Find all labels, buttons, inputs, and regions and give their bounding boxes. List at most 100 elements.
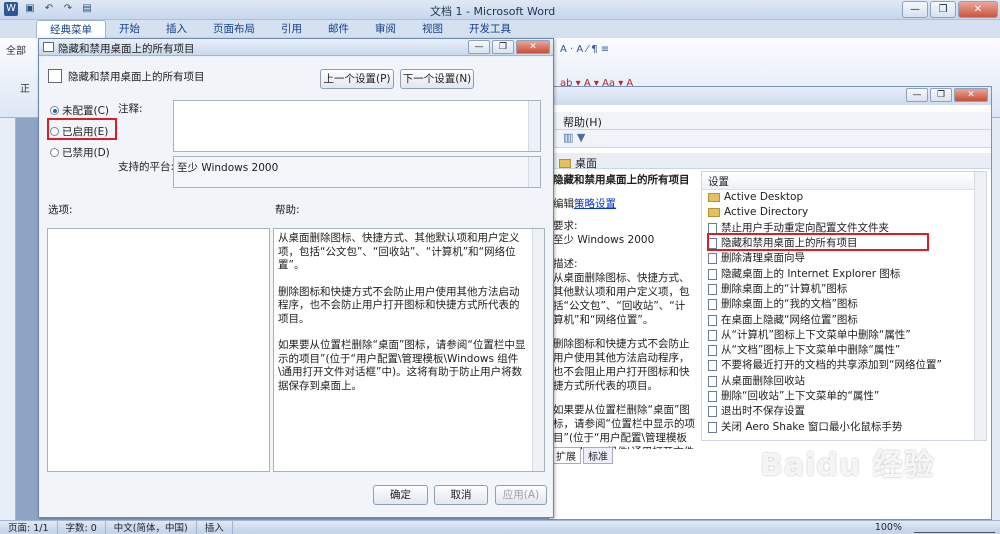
ok-button[interactable]: 确定 <box>373 485 428 505</box>
radio-not-configured[interactable]: 未配置(C) <box>50 103 109 118</box>
ribbon-tab[interactable]: 邮件 <box>315 20 362 38</box>
settings-list-item-label: 删除桌面上的“计算机”图标 <box>721 282 848 295</box>
settings-list-item-label: 删除清理桌面向导 <box>721 252 805 265</box>
dialog-body: 隐藏和禁用桌面上的所有项目 上一个设置(P) 下一个设置(N) 未配置(C) 已… <box>40 57 552 517</box>
settings-list-item[interactable]: 退出时不保存设置 <box>702 404 986 419</box>
comment-scrollbar[interactable] <box>528 101 540 151</box>
supported-platform-field: 至少 Windows 2000 <box>173 156 541 188</box>
window-controls: — ❐ ✕ <box>902 1 998 18</box>
word-logo-icon[interactable]: W <box>4 2 18 16</box>
tab-standard[interactable]: 标准 <box>583 447 613 464</box>
settings-list-item[interactable]: 从“计算机”图标上下文菜单中删除“属性” <box>702 328 986 343</box>
setting-icon <box>48 69 62 83</box>
gpe-close-icon[interactable]: ✕ <box>954 88 988 102</box>
word-title-bar: W ▣ ↶ ↷ ▤ 文档 1 - Microsoft Word — ❐ ✕ <box>0 0 1000 20</box>
dialog-minimize-icon[interactable]: — <box>468 40 490 54</box>
previous-setting-button[interactable]: 上一个设置(P) <box>320 69 394 89</box>
settings-list-item[interactable]: Active Desktop <box>702 190 986 205</box>
save-icon[interactable]: ▣ <box>23 2 37 16</box>
dialog-title: 隐藏和禁用桌面上的所有项目 <box>58 43 195 55</box>
next-setting-button[interactable]: 下一个设置(N) <box>400 69 474 89</box>
gpe-menu-bar: 帮助(H) <box>549 112 991 130</box>
window-title: 文档 1 - Microsoft Word <box>430 5 556 18</box>
print-preview-icon[interactable]: ▤ <box>80 2 94 16</box>
gpe-minimize-icon[interactable]: — <box>906 88 928 102</box>
radio-disabled[interactable]: 已禁用(D) <box>50 145 110 160</box>
help-scrollbar[interactable] <box>532 229 544 471</box>
settings-list-header[interactable]: 设置 <box>702 172 986 190</box>
ribbon-tab[interactable]: 插入 <box>153 20 200 38</box>
settings-list-item[interactable]: 删除清理桌面向导 <box>702 251 986 266</box>
policy-icon <box>708 375 717 387</box>
dialog-window-controls: — ❐ ✕ <box>468 40 550 54</box>
quick-access-toolbar: W ▣ ↶ ↷ ▤ <box>4 2 94 16</box>
apply-button[interactable]: 应用(A) <box>495 485 547 505</box>
cancel-button[interactable]: 取消 <box>434 485 488 505</box>
ribbon-tab[interactable]: 开发工具 <box>456 20 524 38</box>
ribbon-tab[interactable]: 引用 <box>268 20 315 38</box>
status-insert-mode[interactable]: 插入 <box>197 520 233 534</box>
maximize-icon[interactable]: ❐ <box>930 1 956 18</box>
platform-value: 至少 Windows 2000 <box>177 162 279 174</box>
settings-list-item[interactable]: 从“文档”图标上下文菜单中删除“属性” <box>702 343 986 358</box>
settings-list-item[interactable]: 关闭 Aero Shake 窗口最小化鼠标手势 <box>702 419 986 434</box>
platform-scrollbar[interactable] <box>528 157 540 187</box>
edit-policy-link[interactable]: 策略设置 <box>574 198 616 210</box>
policy-icon <box>43 42 54 52</box>
highlight-selected-setting <box>707 233 929 251</box>
ribbon-style-label[interactable]: 正 <box>20 80 30 95</box>
help-paragraph: 删除图标和快捷方式不会防止用户使用其他方法启动程序，也不会防止用户打开图标和快捷… <box>278 285 520 325</box>
comment-label: 注释: <box>118 103 143 115</box>
undo-icon[interactable]: ↶ <box>42 2 56 16</box>
settings-list-item[interactable]: 删除桌面上的“计算机”图标 <box>702 282 986 297</box>
gpe-maximize-icon[interactable]: ❐ <box>930 88 952 102</box>
ribbon-tab[interactable]: 页面布局 <box>200 20 268 38</box>
minimize-icon[interactable]: — <box>902 1 928 18</box>
close-icon[interactable]: ✕ <box>958 1 998 18</box>
policy-icon <box>708 391 717 402</box>
ext-description-line: 至少 Windows 2000 <box>553 234 655 246</box>
comment-textarea[interactable] <box>173 100 541 152</box>
platform-label: 支持的平台: <box>118 161 175 173</box>
status-words[interactable]: 字数: 0 <box>58 520 106 534</box>
tab-extended[interactable]: 扩展 <box>551 447 581 464</box>
policy-icon <box>708 253 717 265</box>
status-page[interactable]: 页面: 1/1 <box>0 520 58 534</box>
dialog-title-bar: 隐藏和禁用桌面上的所有项目 — ❐ ✕ <box>39 39 553 56</box>
settings-list-item[interactable]: 不要将最近打开的文档的共享添加到“网络位置” <box>702 358 986 373</box>
ext-setting-title: 隐藏和禁用桌面上的所有项目 <box>553 174 690 186</box>
settings-list-item-label: 隐藏桌面上的 Internet Explorer 图标 <box>721 267 901 280</box>
settings-list-item-label: 删除“回收站”上下文菜单的“属性” <box>721 390 880 402</box>
ribbon-all-label[interactable]: 全部 <box>6 42 26 57</box>
policy-icon <box>708 329 717 341</box>
settings-list-item[interactable]: Active Directory <box>702 205 986 220</box>
settings-list-item[interactable]: 从桌面删除回收站 <box>702 374 986 389</box>
ribbon-tab[interactable]: 视图 <box>409 20 456 38</box>
breadcrumb-label: 桌面 <box>575 157 597 170</box>
settings-list-item-label: 关闭 Aero Shake 窗口最小化鼠标手势 <box>721 420 903 433</box>
dialog-maximize-icon[interactable]: ❐ <box>492 40 514 54</box>
status-language[interactable]: 中文(简体，中国) <box>106 520 197 534</box>
menu-help[interactable]: 帮助(H) <box>563 114 602 130</box>
settings-list-item[interactable]: 在桌面上隐藏“网络位置”图标 <box>702 312 986 327</box>
settings-list-item[interactable]: 隐藏桌面上的 Internet Explorer 图标 <box>702 266 986 281</box>
filter-icon[interactable]: ▥ ▼ <box>563 131 585 144</box>
radio-empty-icon <box>50 148 59 157</box>
settings-list-item[interactable]: 删除桌面上的“我的文档”图标 <box>702 297 986 312</box>
settings-list-item[interactable]: 删除“回收站”上下文菜单的“属性” <box>702 389 986 404</box>
redo-icon[interactable]: ↷ <box>61 2 75 16</box>
policy-icon <box>708 406 717 418</box>
ext-description-line: 要求: <box>553 220 578 232</box>
status-zoom[interactable]: 100% <box>867 522 910 533</box>
folder-icon <box>559 158 571 168</box>
ribbon-tab[interactable]: 开始 <box>106 20 153 38</box>
ribbon-tab[interactable]: 经典菜单 <box>36 20 106 38</box>
extended-view-pane: 隐藏和禁用桌面上的所有项目 编辑策略设置 要求: 至少 Windows 2000 描… <box>549 171 699 449</box>
ribbon-tab[interactable]: 审阅 <box>362 20 409 38</box>
settings-list-scrollbar[interactable] <box>974 172 986 440</box>
settings-list-item-label: 退出时不保存设置 <box>721 405 805 418</box>
font-tools-icon[interactable]: A · A ⁄ ¶ ≡ <box>560 44 609 55</box>
ext-description-line: 删除图标和快捷方式不会防止用户使用其他方法启动程序，也不会阻止用户打开图标和快捷… <box>553 338 690 392</box>
dialog-close-icon[interactable]: ✕ <box>516 40 550 54</box>
settings-list-item-label: Active Directory <box>724 206 809 219</box>
